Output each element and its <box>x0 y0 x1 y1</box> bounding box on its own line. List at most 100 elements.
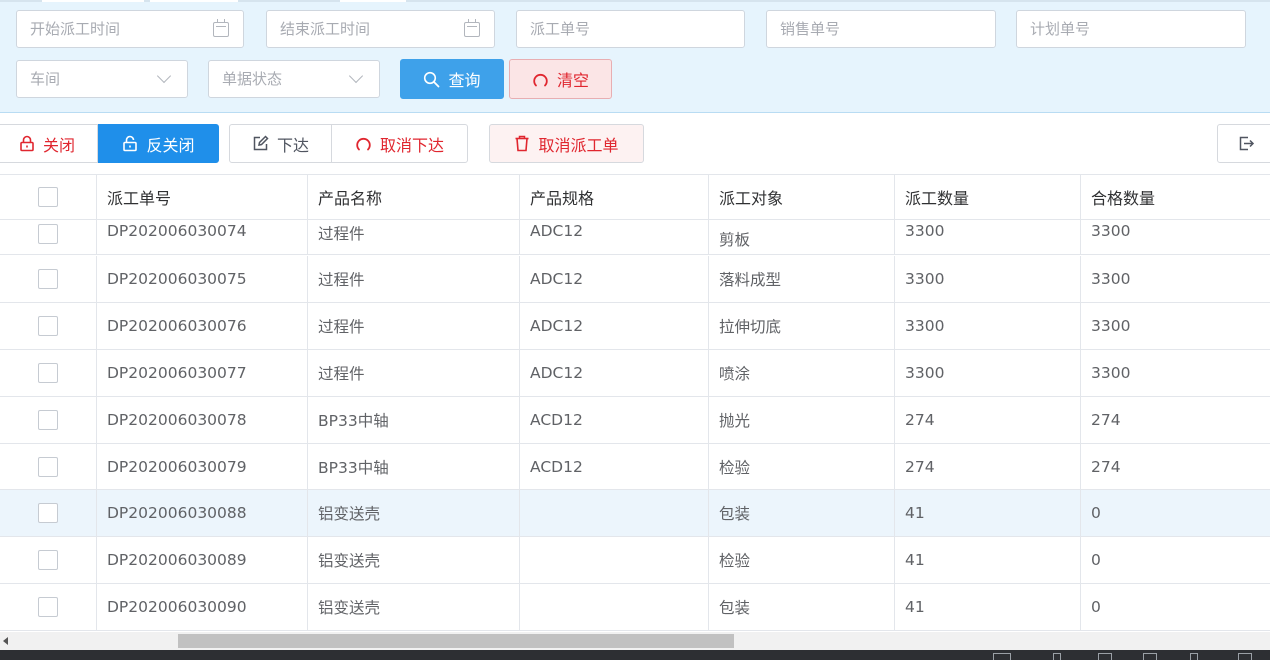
cell-dispatch-qty: 3300 <box>895 220 1081 254</box>
header-product-spec[interactable]: 产品规格 <box>520 175 709 219</box>
cell-product-spec: ACD12 <box>520 444 709 489</box>
header-product-name[interactable]: 产品名称 <box>308 175 520 219</box>
cell-dispatch-target: 喷涂 <box>709 350 895 396</box>
tray-icon[interactable] <box>1143 653 1157 660</box>
cell-product-name: 铝变送壳 <box>308 584 520 630</box>
row-checkbox[interactable] <box>38 456 58 477</box>
row-checkbox[interactable] <box>38 224 58 244</box>
header-dispatch-no[interactable]: 派工单号 <box>97 175 308 219</box>
header-qualified-qty[interactable]: 合格数量 <box>1081 175 1270 219</box>
tray-icon[interactable] <box>1098 653 1112 660</box>
table-row[interactable]: DP202006030089 铝变送壳 检验 41 0 <box>0 537 1270 584</box>
cell-dispatch-target: 剪板 <box>709 220 895 254</box>
tray-icon[interactable] <box>1190 653 1198 660</box>
close-button[interactable]: 关闭 <box>0 124 98 163</box>
calendar-icon[interactable] <box>213 18 229 37</box>
query-button[interactable]: 查询 <box>400 59 504 99</box>
cell-product-name: 过程件 <box>308 350 520 396</box>
cell-qualified-qty: 0 <box>1091 598 1101 616</box>
plan-no-input[interactable]: 计划单号 <box>1016 10 1246 48</box>
tray-icon[interactable] <box>1053 653 1061 660</box>
cell-product-spec <box>520 490 709 536</box>
select-all-checkbox[interactable] <box>38 187 58 207</box>
cell-dispatch-qty: 3300 <box>895 350 1081 396</box>
cancel-issue-label: 取消下达 <box>379 135 444 155</box>
table-row[interactable]: DP202006030088 铝变送壳 包装 41 0 <box>0 490 1270 537</box>
lock-icon <box>20 135 34 152</box>
cell-dispatch-no: DP202006030079 <box>97 444 308 489</box>
row-checkbox[interactable] <box>38 597 58 617</box>
table-row[interactable]: DP202006030078 BP33中轴 ACD12 抛光 274 274 <box>0 397 1270 444</box>
cancel-dispatch-order-label: 取消派工单 <box>538 135 619 155</box>
export-button[interactable] <box>1217 124 1270 163</box>
sales-no-input[interactable]: 销售单号 <box>766 10 996 48</box>
cell-dispatch-target: 拉伸切底 <box>709 303 895 349</box>
start-time-picker[interactable]: 开始派工时间 <box>16 10 244 48</box>
dispatch-no-input[interactable]: 派工单号 <box>516 10 745 48</box>
cell-dispatch-no: DP202006030077 <box>97 350 308 396</box>
cell-product-name: 过程件 <box>308 256 520 302</box>
cell-qualified-qty: 3300 <box>1091 270 1131 288</box>
cell-product-name: BP33中轴 <box>308 444 520 489</box>
cell-product-spec: ADC12 <box>520 303 709 349</box>
unlock-icon <box>123 135 138 152</box>
refresh-icon <box>533 73 548 86</box>
cell-product-name: BP33中轴 <box>308 397 520 443</box>
row-checkbox[interactable] <box>38 410 58 430</box>
cell-dispatch-qty: 41 <box>895 490 1081 536</box>
header-dispatch-target[interactable]: 派工对象 <box>709 175 895 219</box>
cell-dispatch-qty: 3300 <box>895 303 1081 349</box>
query-label: 查询 <box>448 71 481 90</box>
edit-icon <box>253 135 269 151</box>
row-checkbox[interactable] <box>38 363 58 383</box>
row-checkbox[interactable] <box>38 316 58 336</box>
reopen-label: 反关闭 <box>146 135 195 155</box>
cell-dispatch-qty: 3300 <box>895 256 1081 302</box>
workshop-select[interactable]: 车间 <box>16 60 188 98</box>
table-row[interactable]: DP202006030079 BP33中轴 ACD12 检验 274 274 <box>0 444 1270 490</box>
cell-qualified-qty: 3300 <box>1091 364 1131 382</box>
cell-dispatch-no: DP202006030074 <box>97 220 308 254</box>
cell-dispatch-target: 落料成型 <box>709 256 895 302</box>
tray-icon[interactable] <box>1238 653 1252 660</box>
end-time-picker[interactable]: 结束派工时间 <box>266 10 495 48</box>
cell-dispatch-target: 检验 <box>709 444 895 489</box>
calendar-icon[interactable] <box>464 18 480 37</box>
row-checkbox[interactable] <box>38 503 58 523</box>
cell-product-spec <box>520 584 709 630</box>
issue-button[interactable]: 下达 <box>229 124 332 163</box>
cell-qualified-qty: 274 <box>1091 411 1121 429</box>
cell-dispatch-no: DP202006030075 <box>97 256 308 302</box>
table-row[interactable]: DP202006030075 过程件 ADC12 落料成型 3300 3300 <box>0 256 1270 303</box>
cell-product-name: 过程件 <box>308 303 520 349</box>
scroll-left-arrow-icon[interactable] <box>3 637 8 645</box>
end-time-placeholder: 结束派工时间 <box>280 20 371 38</box>
horizontal-scrollbar[interactable] <box>0 632 1270 650</box>
table-header: 派工单号 产品名称 产品规格 派工对象 派工数量 合格数量 <box>0 174 1270 220</box>
scrollbar-thumb[interactable] <box>178 634 734 648</box>
status-select[interactable]: 单据状态 <box>208 60 380 98</box>
cell-product-spec: ADC12 <box>520 220 709 254</box>
tray-icon[interactable] <box>993 653 1011 660</box>
cell-product-name: 过程件 <box>308 220 520 254</box>
plan-no-placeholder: 计划单号 <box>1030 20 1091 38</box>
reopen-button[interactable]: 反关闭 <box>98 124 219 163</box>
cancel-dispatch-order-button[interactable]: 取消派工单 <box>489 124 644 163</box>
cancel-issue-button[interactable]: 取消下达 <box>331 124 468 163</box>
clear-button[interactable]: 清空 <box>509 59 612 99</box>
table-row[interactable]: DP202006030090 铝变送壳 包装 41 0 <box>0 584 1270 631</box>
row-checkbox[interactable] <box>38 269 58 289</box>
select-all-cell <box>0 175 97 219</box>
table-row[interactable]: DP202006030076 过程件 ADC12 拉伸切底 3300 3300 <box>0 303 1270 350</box>
cell-dispatch-qty: 274 <box>895 444 1081 489</box>
start-time-placeholder: 开始派工时间 <box>30 20 121 38</box>
table-row[interactable]: DP202006030074 过程件 ADC12 剪板 3300 3300 <box>0 220 1270 255</box>
cell-product-name: 铝变送壳 <box>308 490 520 536</box>
cell-dispatch-target: 抛光 <box>709 397 895 443</box>
header-dispatch-qty[interactable]: 派工数量 <box>895 175 1081 219</box>
table-row[interactable]: DP202006030077 过程件 ADC12 喷涂 3300 3300 <box>0 350 1270 397</box>
issue-label: 下达 <box>276 135 309 155</box>
cell-dispatch-qty: 41 <box>895 584 1081 630</box>
row-checkbox[interactable] <box>38 550 58 570</box>
search-icon <box>424 71 440 87</box>
